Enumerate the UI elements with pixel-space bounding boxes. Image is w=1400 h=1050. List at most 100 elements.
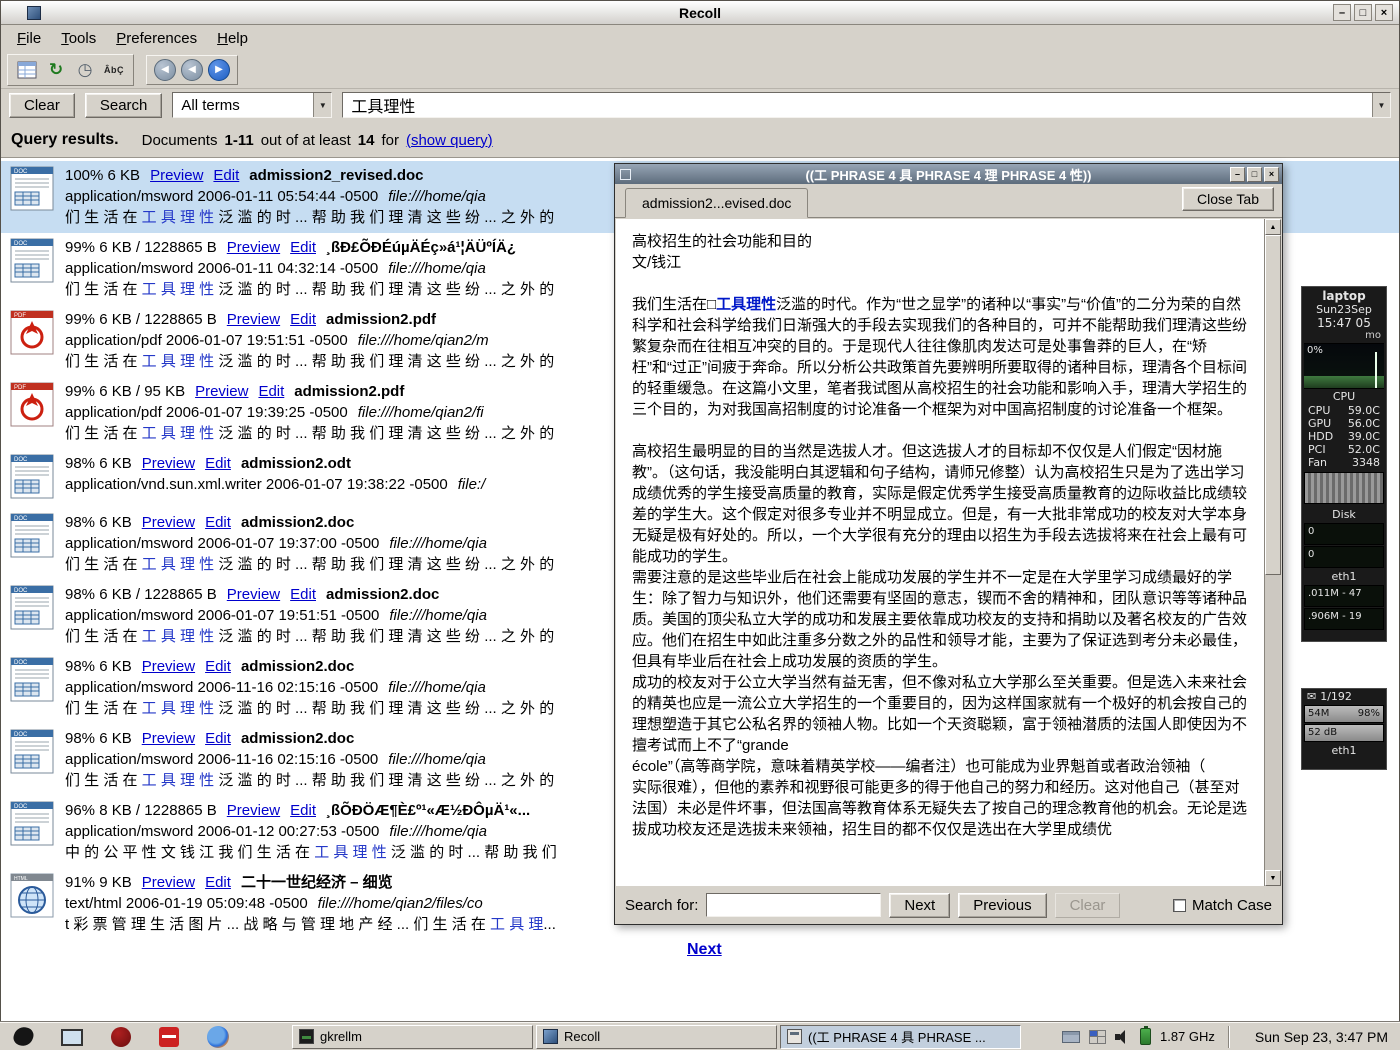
results-table-icon[interactable] (15, 58, 39, 82)
scroll-up-icon[interactable]: ▲ (1265, 219, 1281, 235)
search-for-label: Search for: (625, 897, 698, 914)
maximize-button[interactable]: □ (1247, 167, 1262, 182)
preview-link[interactable]: Preview (227, 800, 280, 821)
next-page-icon[interactable]: ▶ (208, 59, 230, 81)
preview-paragraph: 需要注意的是这些毕业后在社会上能成功发展的学生并不一定是在大学里学习成绩最好的学… (632, 567, 1250, 672)
scrollbar-thumb[interactable] (1265, 235, 1281, 575)
edit-link[interactable]: Edit (205, 728, 231, 749)
result-relevance-size: 98% 6 KB (65, 728, 132, 749)
chevron-down-icon[interactable]: ▼ (313, 93, 331, 117)
query-input[interactable]: 工具理性 ▼ (342, 92, 1391, 118)
highlighted-term: 工 具 理 性 (314, 844, 387, 861)
net-section-label: eth1 (1302, 569, 1386, 584)
scroll-down-icon[interactable]: ▼ (1265, 870, 1281, 886)
firefox-launcher-icon[interactable] (207, 1026, 229, 1048)
preview-link[interactable]: Preview (195, 381, 248, 402)
term-explorer-icon[interactable]: ÂbÇ (102, 58, 126, 82)
previous-page-icon[interactable]: ◀ (181, 59, 203, 81)
match-case-checkbox[interactable] (1173, 899, 1186, 912)
result-url: file:///home/qia (388, 679, 486, 696)
first-page-icon[interactable]: ◀ (154, 59, 176, 81)
preview-paragraph: 我们生活在□工具理性泛滥的时代。作为“世之显学”的诸种以“事实”与“价值”的二分… (632, 294, 1250, 420)
chevron-down-icon[interactable]: ▼ (1372, 93, 1390, 117)
search-mode-select[interactable]: All terms ▼ (172, 92, 332, 118)
preview-link[interactable]: Preview (142, 453, 195, 474)
minimize-button[interactable]: – (1333, 4, 1351, 21)
editor-launcher-icon[interactable] (159, 1027, 179, 1047)
preview-window-title: ((工 PHRASE 4 具 PHRASE 4 理 PHRASE 4 性)) (615, 165, 1282, 184)
preview-titlebar[interactable]: ((工 PHRASE 4 具 PHRASE 4 理 PHRASE 4 性)) –… (615, 164, 1282, 184)
update-index-icon[interactable]: ↻ (44, 58, 68, 82)
query-history-icon[interactable]: ◷ (73, 58, 97, 82)
preview-text: 高校招生的社会功能和目的文/钱江我们生活在□工具理性泛滥的时代。作为“世之显学”… (616, 219, 1264, 886)
terminal-launcher-icon[interactable] (61, 1029, 83, 1046)
workspace-pager-icon[interactable] (1089, 1030, 1106, 1044)
find-next-button[interactable]: Next (889, 893, 950, 918)
app-launcher-icon[interactable] (12, 1025, 36, 1049)
result-mime-date: application/msword 2006-11-16 02:15:16 -… (65, 751, 378, 768)
edit-link[interactable]: Edit (213, 165, 239, 186)
search-mode-value: All terms (173, 97, 313, 114)
menu-help[interactable]: Help (207, 27, 258, 50)
edit-link[interactable]: Edit (258, 381, 284, 402)
edit-link[interactable]: Edit (205, 656, 231, 677)
preview-link[interactable]: Preview (227, 309, 280, 330)
preview-link[interactable]: Preview (227, 237, 280, 258)
show-query-link[interactable]: (show query) (406, 132, 493, 149)
close-tab-button[interactable]: Close Tab (1182, 187, 1274, 211)
gkrellm-monitor: laptop Sun23Sep 15:47 05 mo 0% CPU CPU59… (1301, 286, 1387, 642)
sensor-row: GPU56.0C (1302, 417, 1386, 430)
edit-link[interactable]: Edit (205, 453, 231, 474)
svg-text:DOC: DOC (14, 241, 28, 247)
battery-icon[interactable] (1140, 1028, 1151, 1045)
result-mime-date: application/vnd.sun.xml.writer 2006-01-0… (65, 476, 448, 493)
edit-link[interactable]: Edit (205, 512, 231, 533)
task-gkrellm[interactable]: gkrellm (292, 1025, 533, 1049)
maximize-button[interactable]: □ (1354, 4, 1372, 21)
preview-search-bar: Search for: Next Previous Clear Match Ca… (615, 886, 1282, 924)
result-relevance-size: 98% 6 KB / 1228865 B (65, 584, 217, 605)
preview-paragraph: 文/钱江 (632, 252, 1250, 273)
preview-link[interactable]: Preview (142, 512, 195, 533)
result-url: file:///home/qia (389, 607, 487, 624)
edit-link[interactable]: Edit (290, 584, 316, 605)
clear-button[interactable]: Clear (9, 93, 75, 118)
menu-tools[interactable]: Tools (51, 27, 106, 50)
preview-window-icon (620, 169, 631, 180)
find-previous-button[interactable]: Previous (958, 893, 1046, 918)
preview-link[interactable]: Preview (142, 656, 195, 677)
preview-link[interactable]: Preview (142, 872, 195, 893)
preview-scrollbar[interactable]: ▲ ▼ (1264, 219, 1281, 886)
preview-link[interactable]: Preview (150, 165, 203, 186)
keyboard-layout-icon[interactable] (1062, 1031, 1080, 1043)
next-results-link[interactable]: Next (687, 941, 722, 959)
edit-link[interactable]: Edit (205, 872, 231, 893)
preview-tab[interactable]: admission2...evised.doc (625, 188, 808, 218)
window-titlebar[interactable]: Recoll – □ × (1, 1, 1399, 25)
preview-search-input[interactable] (706, 893, 881, 917)
result-mime-date: application/msword 2006-01-11 05:54:44 -… (65, 188, 378, 205)
menu-file[interactable]: File (7, 27, 51, 50)
preview-link[interactable]: Preview (227, 584, 280, 605)
menu-preferences[interactable]: Preferences (106, 27, 207, 50)
close-button[interactable]: × (1264, 167, 1279, 182)
svg-text:PDF: PDF (14, 385, 26, 391)
search-button[interactable]: Search (85, 93, 163, 118)
svg-text:DOC: DOC (14, 516, 28, 522)
result-url: file:///home/qian2/files/co (318, 895, 483, 912)
cpu-frequency: 1.87 GHz (1160, 1029, 1215, 1044)
svg-text:DOC: DOC (14, 457, 28, 463)
edit-link[interactable]: Edit (290, 309, 316, 330)
edit-link[interactable]: Edit (290, 800, 316, 821)
close-button[interactable]: × (1375, 4, 1393, 21)
preview-link[interactable]: Preview (142, 728, 195, 749)
task-recoll[interactable]: Recoll (536, 1025, 777, 1049)
speaker-icon[interactable] (1115, 1030, 1131, 1044)
minimize-button[interactable]: – (1230, 167, 1245, 182)
task-preview-window[interactable]: ((工 PHRASE 4 具 PHRASE ... (780, 1025, 1021, 1049)
edit-link[interactable]: Edit (290, 237, 316, 258)
doc-file-icon: DOC (7, 166, 57, 211)
find-clear-button[interactable]: Clear (1055, 893, 1121, 918)
app-launcher-icon[interactable] (111, 1027, 131, 1047)
taskbar-clock[interactable]: Sun Sep 23, 3:47 PM (1243, 1029, 1400, 1045)
